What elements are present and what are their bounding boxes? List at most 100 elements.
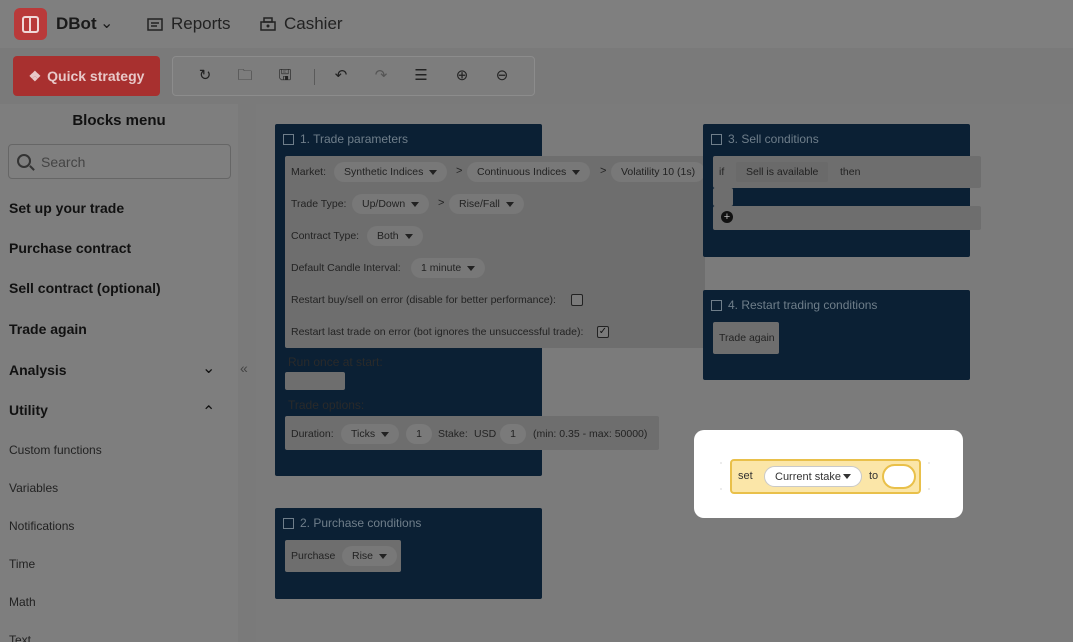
chevron-down-icon[interactable]: ⌄: [202, 358, 215, 378]
utility-notifications[interactable]: Notifications: [9, 519, 74, 533]
sell-available-block[interactable]: Sell is available: [736, 162, 829, 182]
flag-icon: [711, 299, 722, 311]
submarket-dropdown[interactable]: Continuous Indices: [467, 162, 591, 182]
set-variable-block[interactable]: set Current stake to: [730, 459, 921, 494]
restart-trading-header: 4. Restart trading conditions: [711, 298, 877, 312]
restart-last-trade-label: Restart last trade on error (bot ignores…: [291, 326, 584, 338]
search-input[interactable]: Search: [8, 144, 231, 179]
candle-interval-label: Default Candle Interval:: [291, 262, 401, 274]
restart-last-trade-checkbox[interactable]: ✓: [597, 326, 609, 338]
nav-reports[interactable]: Reports: [147, 14, 231, 34]
trade-parameters-body: [285, 156, 705, 348]
variable-dropdown[interactable]: Current stake: [764, 466, 862, 487]
utility-math[interactable]: Math: [9, 595, 36, 609]
market-dropdown[interactable]: Synthetic Indices: [334, 162, 448, 182]
candle-interval-dropdown[interactable]: 1 minute: [411, 258, 486, 278]
symbol-value: Volatility 10 (1s): [621, 166, 696, 178]
blocks-menu-title: Blocks menu: [72, 112, 166, 129]
dropdown-arrow-icon: [404, 233, 413, 239]
quick-strategy-label: Quick strategy: [47, 68, 145, 84]
app-name[interactable]: DBot: [56, 14, 97, 34]
duration-unit-dropdown[interactable]: Ticks: [341, 424, 400, 444]
chevron-up-icon[interactable]: ⌃: [202, 402, 215, 422]
zoom-in-icon[interactable]: ⊕: [453, 67, 471, 85]
zoom-out-icon[interactable]: ⊖: [493, 67, 511, 85]
separator-gt: >: [456, 165, 463, 177]
utility-time[interactable]: Time: [9, 557, 35, 571]
purchase-conditions-header: 2. Purchase conditions: [283, 516, 421, 530]
stake-input[interactable]: 1: [500, 424, 526, 444]
sell-if-footer: [713, 206, 981, 230]
redo-icon[interactable]: ↷: [372, 67, 390, 85]
separator-gt: >: [438, 197, 445, 209]
category-utility[interactable]: Utility: [9, 402, 48, 418]
value-input-slot[interactable]: [882, 464, 916, 489]
trade-type-value: Rise/Fall: [459, 198, 500, 210]
dropdown-arrow-icon: [572, 169, 581, 175]
dbot-logo[interactable]: [14, 8, 47, 40]
undo-icon[interactable]: ↶: [332, 67, 350, 85]
open-icon[interactable]: 🗀: [236, 67, 254, 85]
dropdown-arrow-icon: [467, 265, 476, 271]
restart-buy-sell-checkbox[interactable]: [571, 294, 583, 306]
dropdown-arrow-icon: [843, 474, 851, 479]
category-purchase-contract[interactable]: Purchase contract: [9, 240, 131, 256]
currency-label: USD: [474, 428, 497, 440]
dropdown-arrow-icon: [379, 553, 388, 559]
toolbar-divider: [314, 69, 315, 85]
set-label: set: [738, 470, 753, 482]
search-icon: [17, 154, 31, 168]
collapse-left-icon[interactable]: «: [240, 360, 248, 376]
search-placeholder: Search: [41, 154, 86, 170]
purchase-label: Purchase: [291, 550, 336, 562]
dropdown-arrow-icon: [505, 201, 514, 207]
run-once-label: Run once at start:: [288, 355, 383, 369]
market-label: Market:: [291, 166, 327, 178]
trade-type-category-dropdown[interactable]: Up/Down: [352, 194, 430, 214]
workspace-toolbar: ↻ 🗀 🖫 ↶ ↷ ☰ ⊕ ⊖: [172, 56, 535, 96]
purchase-dropdown[interactable]: Rise: [342, 546, 398, 566]
money-icon: [711, 133, 722, 145]
then-label: then: [840, 166, 861, 178]
separator-gt: >: [600, 165, 607, 177]
stake-limits: (min: 0.35 - max: 50000): [533, 428, 648, 440]
sell-conditions-title: 3. Sell conditions: [728, 132, 819, 146]
nav-cashier[interactable]: Cashier: [260, 14, 343, 34]
quick-strategy-button[interactable]: ❖ Quick strategy: [13, 56, 160, 96]
trade-options-label: Trade options:: [288, 398, 365, 412]
trade-parameters-header: 1. Trade parameters: [283, 132, 408, 146]
candle-interval-value: 1 minute: [421, 262, 462, 274]
to-label: to: [869, 470, 879, 482]
trade-parameters-title: 1. Trade parameters: [300, 132, 409, 146]
category-set-up-trade[interactable]: Set up your trade: [9, 200, 124, 216]
purchase-value: Rise: [352, 550, 374, 562]
category-trade-again[interactable]: Trade again: [9, 321, 87, 337]
cashier-icon: [260, 17, 276, 31]
utility-custom-functions[interactable]: Custom functions: [9, 443, 102, 457]
contract-type-dropdown[interactable]: Both: [367, 226, 423, 246]
reset-icon[interactable]: ↻: [196, 67, 214, 85]
category-sell-contract[interactable]: Sell contract (optional): [9, 280, 161, 296]
symbol-dropdown[interactable]: Volatility 10 (1s): [611, 162, 706, 182]
stake-label: Stake:: [438, 428, 468, 440]
utility-variables[interactable]: Variables: [9, 481, 58, 495]
if-label: if: [719, 166, 725, 178]
add-icon[interactable]: +: [721, 211, 733, 223]
duration-input[interactable]: 1: [406, 424, 432, 444]
cart-icon: [283, 517, 294, 529]
sell-conditions-block[interactable]: 3. Sell conditions: [703, 124, 970, 257]
market-value: Synthetic Indices: [344, 166, 424, 178]
blocks-menu: Blocks menu Search Set up your trade Pur…: [0, 104, 238, 642]
chevron-down-icon[interactable]: ⌄: [100, 13, 113, 33]
dropdown-arrow-icon: [381, 431, 390, 437]
utility-text[interactable]: Text: [9, 633, 31, 642]
trade-type-dropdown[interactable]: Rise/Fall: [449, 194, 524, 214]
variable-value: Current stake: [775, 470, 842, 483]
category-analysis[interactable]: Analysis: [9, 362, 67, 378]
save-icon[interactable]: 🖫: [276, 67, 294, 85]
run-once-slot[interactable]: [285, 372, 345, 390]
submarket-value: Continuous Indices: [477, 166, 567, 178]
trade-again-label: Trade again: [719, 332, 775, 344]
sort-icon[interactable]: ☰: [412, 67, 430, 85]
purchase-conditions-title: 2. Purchase conditions: [300, 516, 422, 530]
